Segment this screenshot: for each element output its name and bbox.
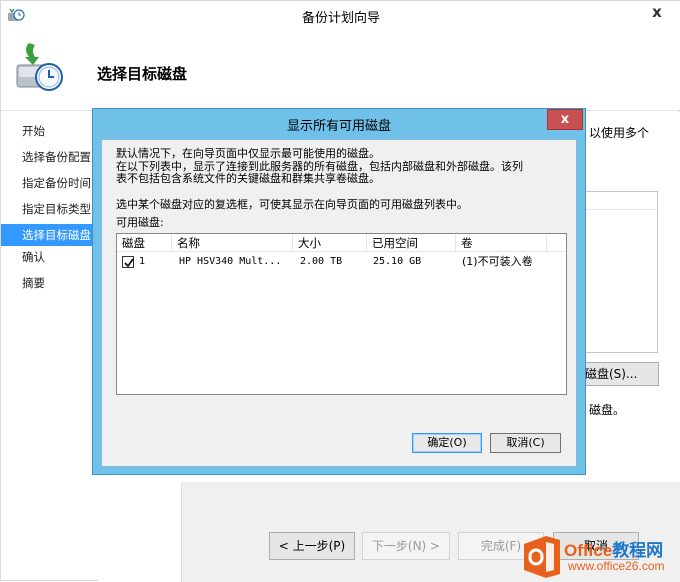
- site-watermark: Office教程网 www.office26.com: [518, 532, 680, 581]
- table-row[interactable]: 1 HP HSV340 Mult... 2.00 TB 25.10 GB (1)…: [117, 253, 566, 271]
- dialog-instruction: 选中某个磁盘对应的复选框，可使其显示在向导页面的可用磁盘列表中。: [116, 198, 468, 211]
- sidebar-item-target-type[interactable]: 指定目标类型: [1, 198, 97, 220]
- checkmark-icon: [124, 258, 134, 268]
- dialog-close-button[interactable]: x: [547, 109, 583, 130]
- column-header-size[interactable]: 大小: [293, 234, 367, 252]
- watermark-title: Office教程网: [564, 536, 663, 561]
- window-titlebar: 备份计划向导 x: [1, 1, 680, 31]
- cell-disk-number: 1: [139, 256, 146, 267]
- watermark-url: www.office26.com: [568, 559, 665, 573]
- watermark-title-part2: 教程网: [612, 541, 664, 560]
- sidebar-item-start[interactable]: 开始: [1, 120, 97, 142]
- next-button[interactable]: 下一步(N) >: [362, 532, 450, 560]
- sidebar-item-summary[interactable]: 摘要: [1, 272, 97, 294]
- cell-disk-size: 2.00 TB: [300, 256, 343, 267]
- cell-disk-name: HP HSV340 Mult...: [179, 256, 282, 267]
- available-disks-label: 可用磁盘:: [116, 216, 164, 229]
- office-logo-icon: [524, 536, 560, 578]
- sidebar-item-backup-config[interactable]: 选择备份配置: [1, 146, 97, 168]
- dialog-ok-button[interactable]: 确定(O): [412, 433, 482, 453]
- table-header: 磁盘 名称 大小 已用空间 卷: [117, 234, 566, 252]
- dialog-title: 显示所有可用磁盘: [286, 119, 391, 134]
- cell-used-space: 25.10 GB: [373, 256, 422, 267]
- background-description-text: 以使用多个: [589, 126, 650, 140]
- prev-button[interactable]: < 上一步(P): [269, 532, 355, 560]
- watermark-title-part1: Office: [564, 541, 613, 560]
- column-header-volume[interactable]: 卷: [456, 234, 547, 252]
- window-title: 备份计划向导: [301, 11, 380, 26]
- backup-wizard-icon: [11, 39, 67, 95]
- description-line-3: 表不包括包含系统文件的关键磁盘和群集共享卷磁盘。: [116, 172, 380, 185]
- page-heading: 选择目标磁盘: [97, 65, 188, 83]
- sidebar-item-backup-time[interactable]: 指定备份时间: [1, 172, 97, 194]
- dialog-description: 默认情况下，在向导页面中仅显示最可能使用的磁盘。 在以下列表中，显示了连接到此服…: [116, 147, 576, 186]
- background-disk-note: 磁盘。: [589, 403, 626, 417]
- available-disks-table[interactable]: 磁盘 名称 大小 已用空间 卷 1 HP HSV340 Mult... 2.00…: [116, 233, 567, 395]
- dialog-cancel-button[interactable]: 取消(C): [490, 433, 561, 453]
- cell-volume: (1)不可装入卷: [462, 255, 533, 268]
- sidebar-item-confirm[interactable]: 确认: [1, 246, 97, 268]
- wizard-steps-sidebar: 开始 选择备份配置 指定备份时间 指定目标类型 选择目标磁盘 确认 摘要: [1, 112, 97, 512]
- disk-checkbox[interactable]: [122, 256, 134, 268]
- column-header-disk[interactable]: 磁盘: [117, 234, 172, 252]
- column-header-name[interactable]: 名称: [172, 234, 293, 252]
- background-disk-list[interactable]: [584, 191, 658, 353]
- column-header-used-space[interactable]: 已用空间: [367, 234, 456, 252]
- window-close-button[interactable]: x: [641, 1, 673, 23]
- wizard-header: 选择目标磁盘: [1, 31, 680, 111]
- show-all-disks-button[interactable]: 磁盘(S)...: [579, 362, 659, 386]
- sidebar-item-target-disk[interactable]: 选择目标磁盘: [1, 224, 97, 246]
- description-line-1: 默认情况下，在向导页面中仅显示最可能使用的磁盘。: [116, 147, 380, 160]
